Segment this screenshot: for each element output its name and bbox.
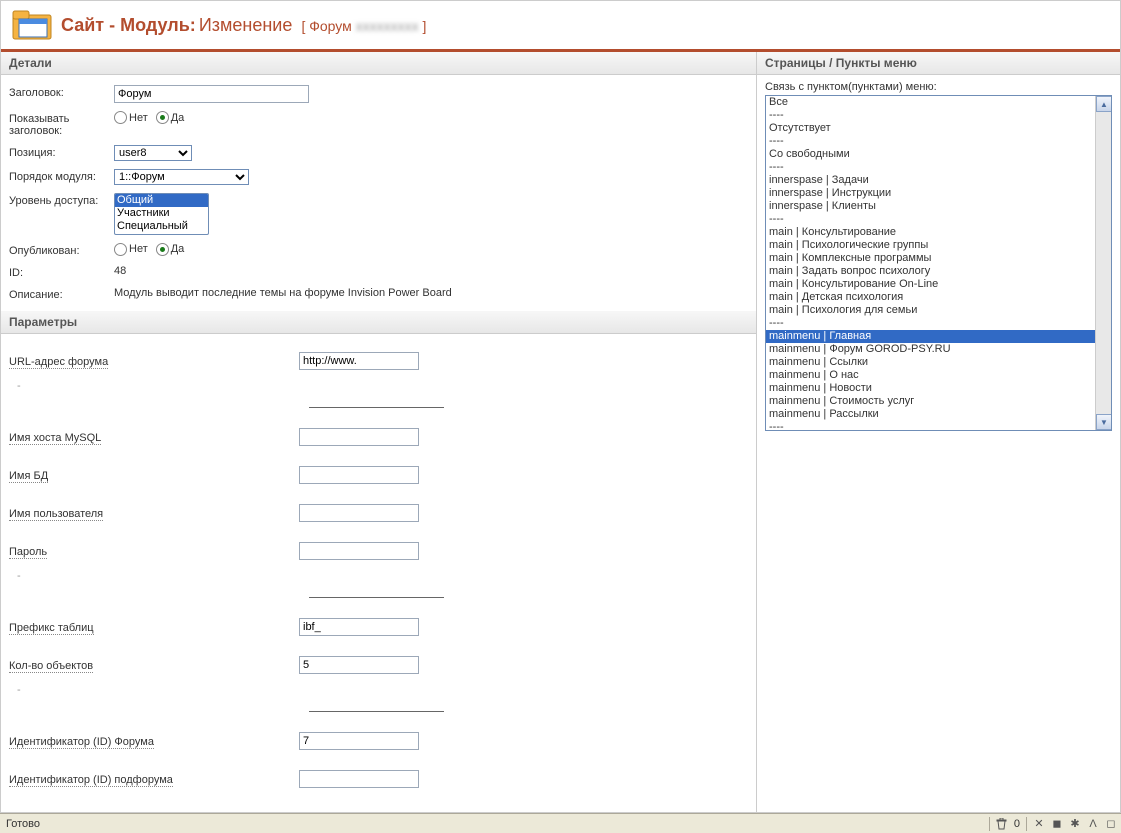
mysql-host-label: Имя хоста MySQL — [9, 432, 101, 445]
title-input[interactable] — [114, 85, 309, 103]
scrollbar[interactable]: ▲ ▼ — [1095, 96, 1111, 430]
username-label: Имя пользователя — [9, 508, 103, 521]
title-label: Заголовок: — [9, 85, 114, 99]
up-icon[interactable]: Λ — [1087, 818, 1099, 830]
menu-list-item[interactable]: innerspase | Инструкции — [766, 187, 1111, 200]
mysql-host-input[interactable] — [299, 428, 419, 446]
prefix-label: Префикс таблиц — [9, 622, 94, 635]
status-bar: Готово 0 ✕ ◼ ✱ Λ ◻ — [0, 813, 1121, 833]
radio-no-label-2: Нет — [129, 243, 148, 255]
scroll-down-button[interactable]: ▼ — [1096, 414, 1112, 430]
published-no-radio[interactable] — [114, 243, 127, 256]
menu-list-item[interactable]: mainmenu | Рассылки — [766, 408, 1111, 421]
menu-list-item[interactable]: mainmenu | Новости — [766, 382, 1111, 395]
id-value: 48 — [114, 265, 748, 277]
param-dash-3: - — [9, 684, 748, 702]
count-label: Кол-во объектов — [9, 660, 93, 673]
details-section-header: Детали — [1, 52, 756, 75]
collapse-icon[interactable]: ✕ — [1033, 818, 1045, 830]
show-title-no-radio[interactable] — [114, 111, 127, 124]
star-icon[interactable]: ✱ — [1069, 818, 1081, 830]
menu-list-item[interactable]: mainmenu | О нас — [766, 369, 1111, 382]
menu-list-item[interactable]: main | Психологические группы — [766, 239, 1111, 252]
password-input[interactable] — [299, 542, 419, 560]
position-label: Позиция: — [9, 145, 114, 159]
module-folder-icon — [11, 7, 55, 43]
show-title-yes-radio[interactable] — [156, 111, 169, 124]
menu-list-item[interactable]: ---- — [766, 213, 1111, 226]
pages-section-header: Страницы / Пункты меню — [757, 52, 1120, 75]
db-name-label: Имя БД — [9, 470, 48, 483]
password-label: Пароль — [9, 546, 47, 559]
menu-list-item[interactable]: ---- — [766, 317, 1111, 330]
prefix-input[interactable] — [299, 618, 419, 636]
description-value: Модуль выводит последние темы на форуме … — [114, 287, 748, 299]
menu-list-item[interactable]: Со свободными — [766, 148, 1111, 161]
url-input[interactable] — [299, 352, 419, 370]
menu-list-item[interactable]: mainmenu | Форум GOROD-PSY.RU — [766, 343, 1111, 356]
params-section-header: Параметры — [1, 311, 756, 334]
order-select[interactable]: 1::Форум — [114, 169, 249, 185]
page-title: Сайт - Модуль: Изменение [ Форум xxxxxxx… — [61, 15, 426, 36]
menu-list-item[interactable]: mainmenu | Ссылки — [766, 356, 1111, 369]
menu-list-item[interactable]: ---- — [766, 135, 1111, 148]
url-label: URL-адрес форума — [9, 356, 108, 369]
menu-list-item[interactable]: mainmenu | Стоимость услуг — [766, 395, 1111, 408]
menu-list-item[interactable]: Все — [766, 96, 1111, 109]
menu-list-item[interactable]: innerspase | Задачи — [766, 174, 1111, 187]
menu-list-item[interactable]: innerspase | Клиенты — [766, 200, 1111, 213]
menu-list-item[interactable]: main | Детская психология — [766, 291, 1111, 304]
trash-icon[interactable] — [996, 818, 1008, 830]
published-label: Опубликован: — [9, 243, 114, 257]
dots-icon[interactable]: ◼ — [1051, 818, 1063, 830]
subforum-id-label: Идентификатор (ID) подфорума — [9, 774, 173, 787]
menu-list-item[interactable]: mainmenu | Главная — [766, 330, 1111, 343]
menu-list-item[interactable]: main | Задать вопрос психологу — [766, 265, 1111, 278]
order-label: Порядок модуля: — [9, 169, 114, 183]
access-listbox[interactable]: Общий Участники Специальный — [114, 193, 209, 235]
count-input[interactable] — [299, 656, 419, 674]
subforum-id-input[interactable] — [299, 770, 419, 788]
status-ready: Готово — [4, 818, 40, 830]
forum-id-label: Идентификатор (ID) Форума — [9, 736, 154, 749]
access-label: Уровень доступа: — [9, 193, 114, 207]
page-header: Сайт - Модуль: Изменение [ Форум xxxxxxx… — [1, 1, 1120, 52]
menu-prompt: Связь с пунктом(пунктами) меню: — [757, 75, 1120, 95]
menu-list-item[interactable]: main | Консультирование On-Line — [766, 278, 1111, 291]
show-title-label: Показывать заголовок: — [9, 111, 114, 137]
position-select[interactable]: user8 — [114, 145, 192, 161]
id-label: ID: — [9, 265, 114, 279]
forum-id-input[interactable] — [299, 732, 419, 750]
trash-count: 0 — [1014, 818, 1020, 830]
param-dash-2: - — [9, 570, 748, 588]
menu-list-item[interactable]: Отсутствует — [766, 122, 1111, 135]
menu-list-item[interactable]: main | Психология для семьи — [766, 304, 1111, 317]
menu-list-item[interactable]: ---- — [766, 161, 1111, 174]
param-dash: - — [9, 380, 748, 398]
radio-yes-label-2: Да — [171, 243, 185, 255]
radio-yes-label: Да — [171, 112, 185, 124]
username-input[interactable] — [299, 504, 419, 522]
radio-no-label: Нет — [129, 112, 148, 124]
db-name-input[interactable] — [299, 466, 419, 484]
menu-list-item[interactable]: ---- — [766, 421, 1111, 430]
menu-list-item[interactable]: main | Консультирование — [766, 226, 1111, 239]
menu-list-item[interactable]: main | Комплексные программы — [766, 252, 1111, 265]
published-yes-radio[interactable] — [156, 243, 169, 256]
description-label: Описание: — [9, 287, 114, 301]
circle-icon[interactable]: ◻ — [1105, 818, 1117, 830]
menu-listbox[interactable]: Все----Отсутствует----Со свободными----i… — [766, 96, 1111, 430]
scroll-up-button[interactable]: ▲ — [1096, 96, 1112, 112]
menu-list-item[interactable]: ---- — [766, 109, 1111, 122]
